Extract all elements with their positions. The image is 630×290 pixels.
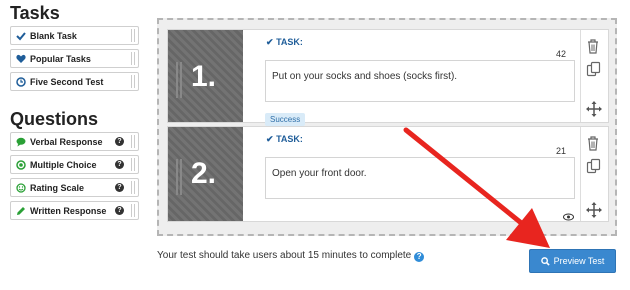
drag-handle-icon[interactable] [131, 52, 135, 65]
task-tools [580, 30, 608, 122]
task-number: 2. [191, 157, 217, 190]
check-icon: ✔ [266, 37, 274, 47]
sidebar-item-popular-tasks[interactable]: Popular Tasks [10, 49, 139, 68]
sidebar-item-label: Popular Tasks [30, 53, 91, 64]
sidebar-item-verbal-response[interactable]: Verbal Response ? [10, 132, 139, 151]
move-icon[interactable] [586, 202, 602, 218]
pencil-icon [15, 205, 26, 216]
task-tools [580, 127, 608, 221]
annotation-arrow [403, 127, 550, 248]
clock-icon [15, 76, 26, 87]
trash-icon[interactable] [586, 135, 602, 151]
move-icon[interactable] [586, 101, 602, 117]
radio-icon [15, 159, 26, 170]
task-number: 1. [191, 60, 217, 93]
drag-handle-icon[interactable] [131, 204, 135, 217]
check-icon [15, 30, 26, 41]
sidebar-item-written-response[interactable]: Written Response ? [10, 201, 139, 220]
duplicate-icon[interactable] [586, 61, 602, 77]
smiley-icon [15, 182, 26, 193]
help-icon[interactable]: ? [115, 206, 124, 215]
sidebar-item-label: Five Second Test [30, 76, 104, 87]
sidebar-item-label: Written Response [30, 205, 107, 216]
check-icon: ✔ [266, 134, 274, 144]
sidebar-item-five-second-test[interactable]: Five Second Test [10, 72, 139, 91]
duration-message: Your test should take users about 15 min… [157, 250, 425, 262]
task-label: ✔ TASK: [266, 37, 303, 47]
task-card-1[interactable]: 1. ✔ TASK: 42 Put on your socks and shoe… [167, 29, 609, 126]
duplicate-icon[interactable] [586, 158, 602, 174]
eye-icon[interactable] [563, 208, 574, 226]
trash-icon[interactable] [586, 38, 602, 54]
search-icon [540, 256, 550, 266]
sidebar-item-label: Blank Task [30, 30, 77, 41]
task-label: ✔ TASK: [266, 134, 303, 144]
drag-handle-icon[interactable] [131, 75, 135, 88]
questions-heading: Questions [10, 109, 99, 129]
help-icon[interactable]: ? [115, 183, 124, 192]
sidebar-item-label: Verbal Response [30, 136, 103, 147]
task-text-field[interactable]: Put on your socks and shoes (socks first… [265, 60, 575, 102]
sidebar-item-label: Rating Scale [30, 182, 85, 193]
help-icon[interactable]: ? [115, 160, 124, 169]
speech-bubble-icon [15, 136, 26, 147]
character-count: 42 [555, 49, 566, 59]
drag-handle-icon[interactable] [131, 158, 135, 171]
heart-icon [15, 53, 26, 64]
drag-grip[interactable] [176, 62, 182, 98]
drag-handle-icon[interactable] [131, 135, 135, 148]
drag-handle-icon[interactable] [131, 181, 135, 194]
sidebar-item-label: Multiple Choice [30, 159, 97, 170]
help-icon[interactable]: ? [115, 137, 124, 146]
drag-grip[interactable] [176, 159, 182, 195]
success-badge[interactable]: Success [265, 113, 306, 126]
sidebar-item-multiple-choice[interactable]: Multiple Choice ? [10, 155, 139, 174]
tasks-heading: Tasks [10, 3, 60, 23]
drag-handle-icon[interactable] [131, 29, 135, 42]
sidebar-item-blank-task[interactable]: Blank Task [10, 26, 139, 45]
sidebar-item-rating-scale[interactable]: Rating Scale ? [10, 178, 139, 197]
